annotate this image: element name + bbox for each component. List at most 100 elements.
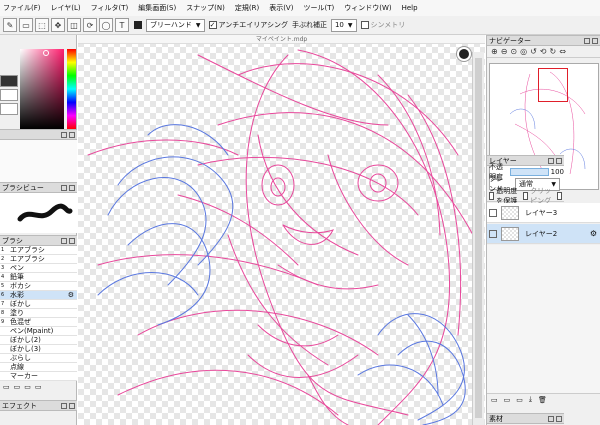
close-icon[interactable] xyxy=(69,131,75,138)
material-panel-title: 素材 xyxy=(489,414,503,423)
effect-panel-title: エフェクト xyxy=(2,401,37,410)
pin-icon[interactable] xyxy=(584,37,590,44)
color-indicator-icon xyxy=(134,21,142,29)
avatar-icon[interactable] xyxy=(457,47,471,61)
shape-tool-icon[interactable]: ◯ xyxy=(99,18,113,32)
brush-item[interactable]: マーカー xyxy=(0,372,77,381)
menu-tool[interactable]: ツール(T) xyxy=(303,3,334,13)
move-tool-icon[interactable]: ✥ xyxy=(51,18,65,32)
background-color-swatch[interactable] xyxy=(0,89,18,101)
navigator-toolbar: ⊕ ⊖ ⊙ ◎ ↺ ⟲ ↻ ⇔ xyxy=(487,46,600,58)
foreground-color-swatch[interactable] xyxy=(0,75,18,87)
zoom-reset-icon[interactable]: ◎ xyxy=(520,47,527,56)
duplicate-layer-icon[interactable]: ▭ xyxy=(516,396,523,404)
layer-thumbnail xyxy=(501,205,519,220)
menu-layer[interactable]: レイヤ(L) xyxy=(51,3,81,13)
pin-icon[interactable] xyxy=(548,415,554,422)
gear-icon[interactable]: ⚙ xyxy=(590,229,597,238)
opacity-slider[interactable] xyxy=(510,168,549,176)
flip-icon[interactable]: ⇔ xyxy=(559,47,566,56)
brush-tool-icon[interactable]: ✎ xyxy=(3,18,17,32)
brush-list: 1 エアブラシ 2 エアブラシ 3 ペン 4 鉛筆 5 ボカシ 6 水彩 ⚙ 7 ぼかし 8 塗り… xyxy=(0,246,77,381)
hue-slider[interactable] xyxy=(67,49,76,129)
layer-name: レイヤー3 xyxy=(525,208,558,217)
menu-bar: ファイル(F) レイヤ(L) フィルタ(T) 編集画面(S) スナップ(N) 定… xyxy=(0,0,600,16)
zoom-out-icon[interactable]: ⊖ xyxy=(501,47,508,56)
zoom-fit-icon[interactable]: ⊙ xyxy=(510,47,517,56)
fill-tool-icon[interactable]: ◫ xyxy=(67,18,81,32)
layer-item-selected[interactable]: レイヤー2 ⚙ xyxy=(487,224,600,244)
zoom-in-icon[interactable]: ⊕ xyxy=(491,47,498,56)
menu-filter[interactable]: フィルタ(T) xyxy=(91,3,129,13)
pin-icon[interactable] xyxy=(61,237,67,244)
brush-list-toolbar: ▭ ▭ ▭ ▭ xyxy=(0,381,77,393)
layer-options-row: 透明度を保護 クリッピング xyxy=(487,187,564,205)
rotate-left-icon[interactable]: ↺ xyxy=(530,47,537,56)
close-icon[interactable] xyxy=(556,415,562,422)
stabilizer-select[interactable]: 10 ▼ xyxy=(330,18,357,32)
antialias-checkbox[interactable]: ✓ xyxy=(208,21,217,29)
extra-color-swatch[interactable] xyxy=(0,103,18,115)
symmetry-checkbox[interactable] xyxy=(360,21,369,29)
pin-icon[interactable] xyxy=(61,402,67,409)
new-brush-icon[interactable]: ▭ xyxy=(3,383,10,391)
navigator-title: ナビゲーター xyxy=(489,36,531,45)
color-picker-cursor[interactable] xyxy=(43,50,49,56)
brush-stroke-preview xyxy=(0,193,77,233)
lock-checkbox[interactable] xyxy=(556,191,562,200)
canvas-vertical-scrollbar[interactable] xyxy=(472,52,484,425)
stabilizer-label: 手ぶれ補正 xyxy=(291,21,327,29)
protect-alpha-checkbox[interactable] xyxy=(489,191,495,200)
menu-ruler[interactable]: 定規(R) xyxy=(235,3,259,13)
brush-preview-title: ブラシビュー xyxy=(2,183,44,192)
freehand-mode-select[interactable]: ブリーハンド ▼ xyxy=(146,18,205,32)
gear-icon[interactable]: ⚙ xyxy=(68,291,74,299)
close-icon[interactable] xyxy=(592,37,598,44)
menu-help[interactable]: Help xyxy=(402,4,418,12)
close-icon[interactable] xyxy=(556,157,562,164)
pin-icon[interactable] xyxy=(61,184,67,191)
pin-icon[interactable] xyxy=(548,157,554,164)
layer-item[interactable]: レイヤー3 xyxy=(487,203,600,223)
close-icon[interactable] xyxy=(69,184,75,191)
copy-brush-icon[interactable]: ▭ xyxy=(14,383,21,391)
close-icon[interactable] xyxy=(69,237,75,244)
menu-edit[interactable]: 編集画面(S) xyxy=(138,3,176,13)
new-folder-icon[interactable]: ▭ xyxy=(504,396,511,404)
effect-panel-header: エフェクト xyxy=(0,400,77,411)
layer-name: レイヤー2 xyxy=(525,229,558,238)
palette-area xyxy=(0,140,77,182)
menu-window[interactable]: ウィンドウ(W) xyxy=(344,3,391,13)
folder-icon[interactable]: ▭ xyxy=(24,383,31,391)
menu-snap[interactable]: スナップ(N) xyxy=(186,3,225,13)
brush-panel-title: ブラシ xyxy=(2,236,23,245)
text-tool-icon[interactable]: T xyxy=(115,18,129,32)
layer-visibility-checkbox[interactable] xyxy=(489,229,497,238)
clipping-checkbox[interactable] xyxy=(522,191,529,200)
drawing-canvas[interactable]: マイペイント.mdp xyxy=(78,35,485,425)
menu-file[interactable]: ファイル(F) xyxy=(3,3,41,13)
rotate-reset-icon[interactable]: ⟲ xyxy=(540,47,547,56)
rotate-tool-icon[interactable]: ⟳ xyxy=(83,18,97,32)
layer-visibility-checkbox[interactable] xyxy=(489,208,497,217)
delete-brush-icon[interactable]: ▭ xyxy=(35,383,42,391)
menu-view[interactable]: 表示(V) xyxy=(269,3,293,13)
rotate-right-icon[interactable]: ↻ xyxy=(550,47,557,56)
material-section: 素材 xyxy=(487,413,564,424)
effect-section: エフェクト xyxy=(0,400,77,411)
select-tool-icon[interactable]: ⬚ xyxy=(35,18,49,32)
palette-panel-header xyxy=(0,129,77,140)
eraser-tool-icon[interactable]: ▭ xyxy=(19,18,33,32)
close-icon[interactable] xyxy=(69,402,75,409)
new-layer-icon[interactable]: ▭ xyxy=(491,396,498,404)
color-swatches xyxy=(0,75,18,117)
pin-icon[interactable] xyxy=(61,131,67,138)
navigator-viewport-rect[interactable] xyxy=(538,68,568,102)
brush-preview-header: ブラシビュー xyxy=(0,182,77,193)
merge-layer-icon[interactable]: ⤓ xyxy=(529,395,532,404)
saturation-value-picker[interactable] xyxy=(20,49,64,129)
palette-section xyxy=(0,129,77,182)
scrollbar-thumb[interactable] xyxy=(475,58,482,418)
right-panel: ナビゲーター ⊕ ⊖ ⊙ ◎ ↺ ⟲ ↻ ⇔ レイヤー 不透明度 100 ブレン… xyxy=(486,35,600,425)
delete-layer-icon[interactable]: 🗑 xyxy=(538,396,547,404)
